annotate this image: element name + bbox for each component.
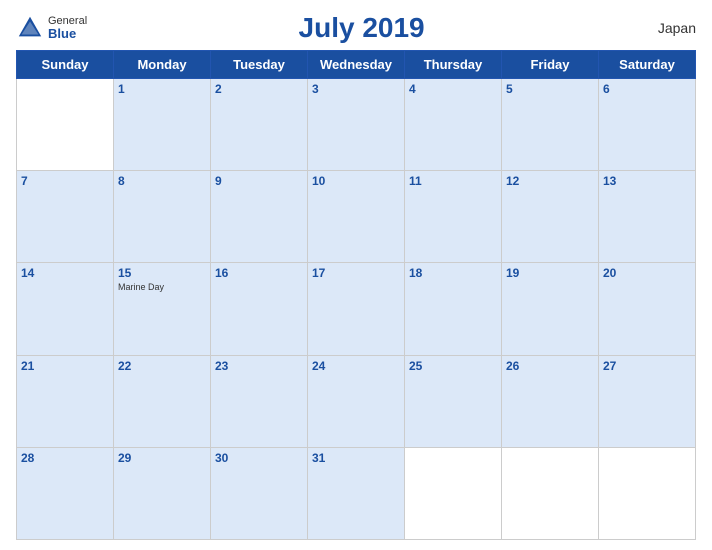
calendar-cell: 13 [599,171,696,263]
day-header-wednesday: Wednesday [308,51,405,79]
calendar-cell: 15 Marine Day [114,263,211,355]
day-header-sunday: Sunday [17,51,114,79]
date-number: 31 [312,451,400,465]
date-number: 14 [21,266,109,280]
calendar-cell: 30 [211,447,308,539]
date-number: 8 [118,174,206,188]
day-header-tuesday: Tuesday [211,51,308,79]
date-number: 11 [409,174,497,188]
calendar-cell [502,447,599,539]
date-number: 18 [409,266,497,280]
calendar-cell: 17 [308,263,405,355]
day-header-monday: Monday [114,51,211,79]
date-number: 24 [312,359,400,373]
day-header-saturday: Saturday [599,51,696,79]
calendar-cell: 5 [502,79,599,171]
day-header-row: SundayMondayTuesdayWednesdayThursdayFrid… [17,51,696,79]
logo-text: General Blue [48,15,87,41]
calendar-cell: 28 [17,447,114,539]
calendar-cell: 27 [599,355,696,447]
calendar-cell: 21 [17,355,114,447]
calendar-cell: 7 [17,171,114,263]
calendar-cell: 11 [405,171,502,263]
calendar-cell [17,79,114,171]
date-number: 10 [312,174,400,188]
date-number: 2 [215,82,303,96]
date-number: 25 [409,359,497,373]
calendar-cell [599,447,696,539]
calendar-cell: 6 [599,79,696,171]
logo: General Blue [16,14,87,42]
date-number: 5 [506,82,594,96]
calendar-cell: 19 [502,263,599,355]
calendar-title: July 2019 [87,12,636,44]
date-number: 26 [506,359,594,373]
date-number: 29 [118,451,206,465]
date-number: 30 [215,451,303,465]
date-number: 15 [118,266,206,280]
date-number: 20 [603,266,691,280]
calendar-page: General Blue July 2019 Japan SundayMonda… [0,0,712,550]
date-number: 16 [215,266,303,280]
calendar-cell: 16 [211,263,308,355]
calendar-cell: 23 [211,355,308,447]
date-number: 23 [215,359,303,373]
calendar-cell: 20 [599,263,696,355]
holiday-label: Marine Day [118,282,206,292]
date-number: 7 [21,174,109,188]
calendar-cell: 12 [502,171,599,263]
calendar-cell: 10 [308,171,405,263]
calendar-table: SundayMondayTuesdayWednesdayThursdayFrid… [16,50,696,540]
date-number: 17 [312,266,400,280]
calendar-cell: 29 [114,447,211,539]
calendar-cell: 4 [405,79,502,171]
calendar-week-3: 14 15 Marine Day 16 17 18 19 20 [17,263,696,355]
date-number: 13 [603,174,691,188]
calendar-cell: 18 [405,263,502,355]
date-number: 12 [506,174,594,188]
date-number: 21 [21,359,109,373]
calendar-cell: 26 [502,355,599,447]
calendar-week-1: 123456 [17,79,696,171]
logo-icon [16,14,44,42]
date-number: 22 [118,359,206,373]
date-number: 6 [603,82,691,96]
calendar-header: General Blue July 2019 Japan [16,10,696,46]
day-header-thursday: Thursday [405,51,502,79]
calendar-cell [405,447,502,539]
calendar-cell: 25 [405,355,502,447]
calendar-week-5: 28 29 30 31 [17,447,696,539]
calendar-week-2: 789 10 11 12 13 [17,171,696,263]
calendar-cell: 8 [114,171,211,263]
date-number: 28 [21,451,109,465]
calendar-cell: 14 [17,263,114,355]
day-header-friday: Friday [502,51,599,79]
logo-blue-label: Blue [48,27,87,41]
calendar-cell: 31 [308,447,405,539]
date-number: 9 [215,174,303,188]
calendar-week-4: 21 22 23 24 25 26 27 [17,355,696,447]
calendar-cell: 22 [114,355,211,447]
calendar-cell: 1 [114,79,211,171]
calendar-cell: 24 [308,355,405,447]
calendar-cell: 9 [211,171,308,263]
calendar-cell: 3 [308,79,405,171]
country-label: Japan [636,20,696,36]
date-number: 3 [312,82,400,96]
date-number: 4 [409,82,497,96]
date-number: 19 [506,266,594,280]
date-number: 27 [603,359,691,373]
calendar-cell: 2 [211,79,308,171]
date-number: 1 [118,82,206,96]
